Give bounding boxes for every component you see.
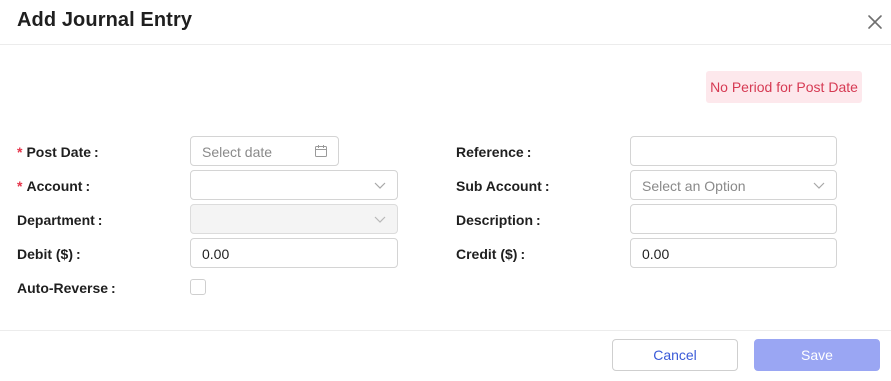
department-label: Department: <box>17 212 103 228</box>
debit-input[interactable]: 0.00 <box>190 238 398 268</box>
credit-label: Credit ($): <box>456 246 526 262</box>
account-label: * Account: <box>17 178 91 194</box>
description-input[interactable] <box>630 204 837 234</box>
debit-label: Debit ($): <box>17 246 81 262</box>
reference-input[interactable] <box>630 136 837 166</box>
debit-value: 0.00 <box>202 246 230 262</box>
post-date-label-text: Post Date <box>26 144 92 160</box>
chevron-down-icon <box>813 182 825 189</box>
department-label-text: Department <box>17 212 95 228</box>
reference-label: Reference: <box>456 144 532 160</box>
reference-label-text: Reference <box>456 144 524 160</box>
auto-reverse-label-text: Auto-Reverse <box>17 280 109 296</box>
add-journal-entry-dialog: Add Journal Entry No Period for Post Dat… <box>0 0 891 380</box>
description-label-text: Description <box>456 212 534 228</box>
chevron-down-icon <box>374 182 386 189</box>
post-date-placeholder: Select date <box>202 144 273 160</box>
dialog-title: Add Journal Entry <box>17 9 193 31</box>
department-select <box>190 204 398 234</box>
calendar-icon <box>315 145 327 157</box>
cancel-button[interactable]: Cancel <box>612 339 738 371</box>
debit-label-text: Debit ($) <box>17 246 73 262</box>
post-date-picker[interactable]: Select date <box>190 136 339 166</box>
required-marker: * <box>17 178 23 194</box>
description-label: Description: <box>456 212 541 228</box>
account-label-text: Account <box>26 178 83 194</box>
no-period-alert: No Period for Post Date <box>706 71 862 103</box>
chevron-down-icon <box>374 216 386 223</box>
dialog-header: Add Journal Entry <box>0 0 891 45</box>
close-icon[interactable] <box>866 13 884 31</box>
sub-account-select[interactable]: Select an Option <box>630 170 837 200</box>
sub-account-placeholder: Select an Option <box>642 178 746 194</box>
account-select[interactable] <box>190 170 398 200</box>
credit-input[interactable]: 0.00 <box>630 238 837 268</box>
credit-label-text: Credit ($) <box>456 246 518 262</box>
post-date-label: * Post Date: <box>17 144 99 160</box>
credit-value: 0.00 <box>642 246 670 262</box>
sub-account-label: Sub Account: <box>456 178 550 194</box>
save-button[interactable]: Save <box>754 339 880 371</box>
auto-reverse-checkbox[interactable] <box>190 279 206 295</box>
auto-reverse-label: Auto-Reverse: <box>17 280 116 296</box>
sub-account-label-text: Sub Account <box>456 178 542 194</box>
required-marker: * <box>17 144 23 160</box>
